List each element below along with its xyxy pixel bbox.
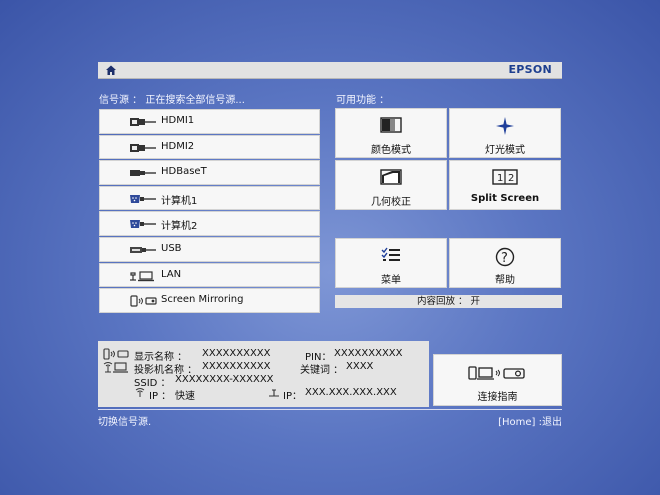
function-split-screen[interactable]: 12 Split Screen	[449, 160, 561, 210]
function-color-mode[interactable]: 颜色模式	[335, 108, 447, 158]
home-icon[interactable]	[104, 63, 118, 77]
geometry-correction-icon	[380, 169, 402, 187]
source-status: 信号源 ： 正在搜索全部信号源...	[99, 95, 245, 106]
vga-computer-icon	[128, 217, 158, 231]
source-label: HDBaseT	[161, 166, 207, 178]
keyword-label: 关键词 ：	[300, 365, 344, 376]
source-label: Screen Mirroring	[161, 294, 244, 306]
source-list: HDMI1 HDMI2 HDBaseT 计算机1 计算机2 USB LAN Sc…	[99, 109, 320, 314]
projector-name-value: XXXXXXXXXX	[202, 361, 271, 372]
source-item-computer1[interactable]: 计算机1	[99, 185, 320, 211]
function-geometry-correction[interactable]: 几何校正	[335, 160, 447, 210]
source-item-screen-mirroring[interactable]: Screen Mirroring	[99, 288, 320, 313]
header-bar: EPSON	[98, 62, 562, 79]
function-label: Split Screen	[470, 193, 540, 204]
source-label: HDMI2	[161, 140, 195, 152]
connection-guide-label: 连接指南	[477, 392, 518, 403]
hdmi-icon	[128, 115, 158, 129]
wireless-ip-label: IP ：	[149, 391, 172, 402]
source-item-computer2[interactable]: 计算机2	[99, 211, 320, 236]
hdmi-icon	[128, 141, 158, 155]
source-item-hdbaset[interactable]: HDBaseT	[99, 160, 320, 185]
wired-ip-label: IP：	[283, 391, 302, 402]
function-label: 菜单	[381, 275, 401, 286]
light-mode-icon	[494, 117, 516, 135]
wired-lan-icon	[268, 387, 280, 398]
function-label: 颜色模式	[371, 145, 411, 156]
footer-hint: 切换信号源.	[98, 417, 152, 428]
keyword-value: XXXX	[346, 361, 374, 372]
function-help[interactable]: ? 帮助	[449, 238, 561, 288]
svg-text:2: 2	[508, 173, 514, 184]
wireless-ip-icon	[134, 387, 146, 398]
hdbaset-icon	[128, 166, 158, 180]
svg-text:?: ?	[501, 251, 508, 266]
pin-value: XXXXXXXXXX	[334, 348, 403, 359]
brand-logo: EPSON	[508, 63, 552, 76]
svg-text:1: 1	[497, 173, 503, 184]
screen-mirroring-icon	[128, 294, 158, 308]
source-item-lan[interactable]: LAN	[99, 262, 320, 288]
source-label: LAN	[161, 268, 182, 280]
wired-ip-value: XXX.XXX.XXX.XXX	[305, 387, 397, 398]
display-name-value: XXXXXXXXXX	[202, 348, 271, 359]
function-menu[interactable]: 菜单	[335, 238, 447, 288]
connection-guide-button[interactable]: 连接指南	[433, 354, 562, 406]
source-label: HDMI1	[161, 115, 195, 126]
help-icon: ?	[495, 247, 515, 267]
wireless-ip-value: 快速	[175, 391, 195, 402]
screen-mirroring-icon	[102, 348, 130, 360]
vga-computer-icon	[128, 192, 158, 206]
function-light-mode[interactable]: 灯光模式	[449, 108, 561, 158]
usb-icon	[128, 243, 158, 257]
network-info-panel: 显示名称 ： XXXXXXXXXX PIN： XXXXXXXXXX 投影机名称 …	[98, 341, 429, 407]
lan-icon	[128, 269, 158, 283]
source-item-usb[interactable]: USB	[99, 236, 320, 262]
function-label: 几何校正	[371, 197, 411, 208]
split-screen-icon: 12	[492, 169, 518, 187]
wireless-lan-icon	[102, 361, 130, 373]
footer-bar: 切换信号源. [Home] :退出	[98, 409, 562, 428]
content-playback-status: 内容回放 ： 开	[335, 295, 562, 308]
function-label: 灯光模式	[485, 145, 525, 156]
ssid-value: XXXXXXXX-XXXXXX	[175, 374, 274, 385]
source-label: USB	[161, 242, 182, 254]
source-item-hdmi2[interactable]: HDMI2	[99, 134, 320, 160]
source-label: 计算机1	[161, 195, 198, 207]
source-item-hdmi1[interactable]: HDMI1	[99, 109, 320, 134]
source-label: 计算机2	[161, 221, 198, 233]
connection-guide-icon	[468, 365, 528, 381]
functions-heading: 可用功能 ：	[336, 95, 390, 106]
color-mode-icon	[380, 117, 402, 135]
menu-icon	[380, 247, 402, 265]
footer-home-exit: [Home] :退出	[498, 417, 562, 428]
function-label: 帮助	[495, 275, 515, 286]
